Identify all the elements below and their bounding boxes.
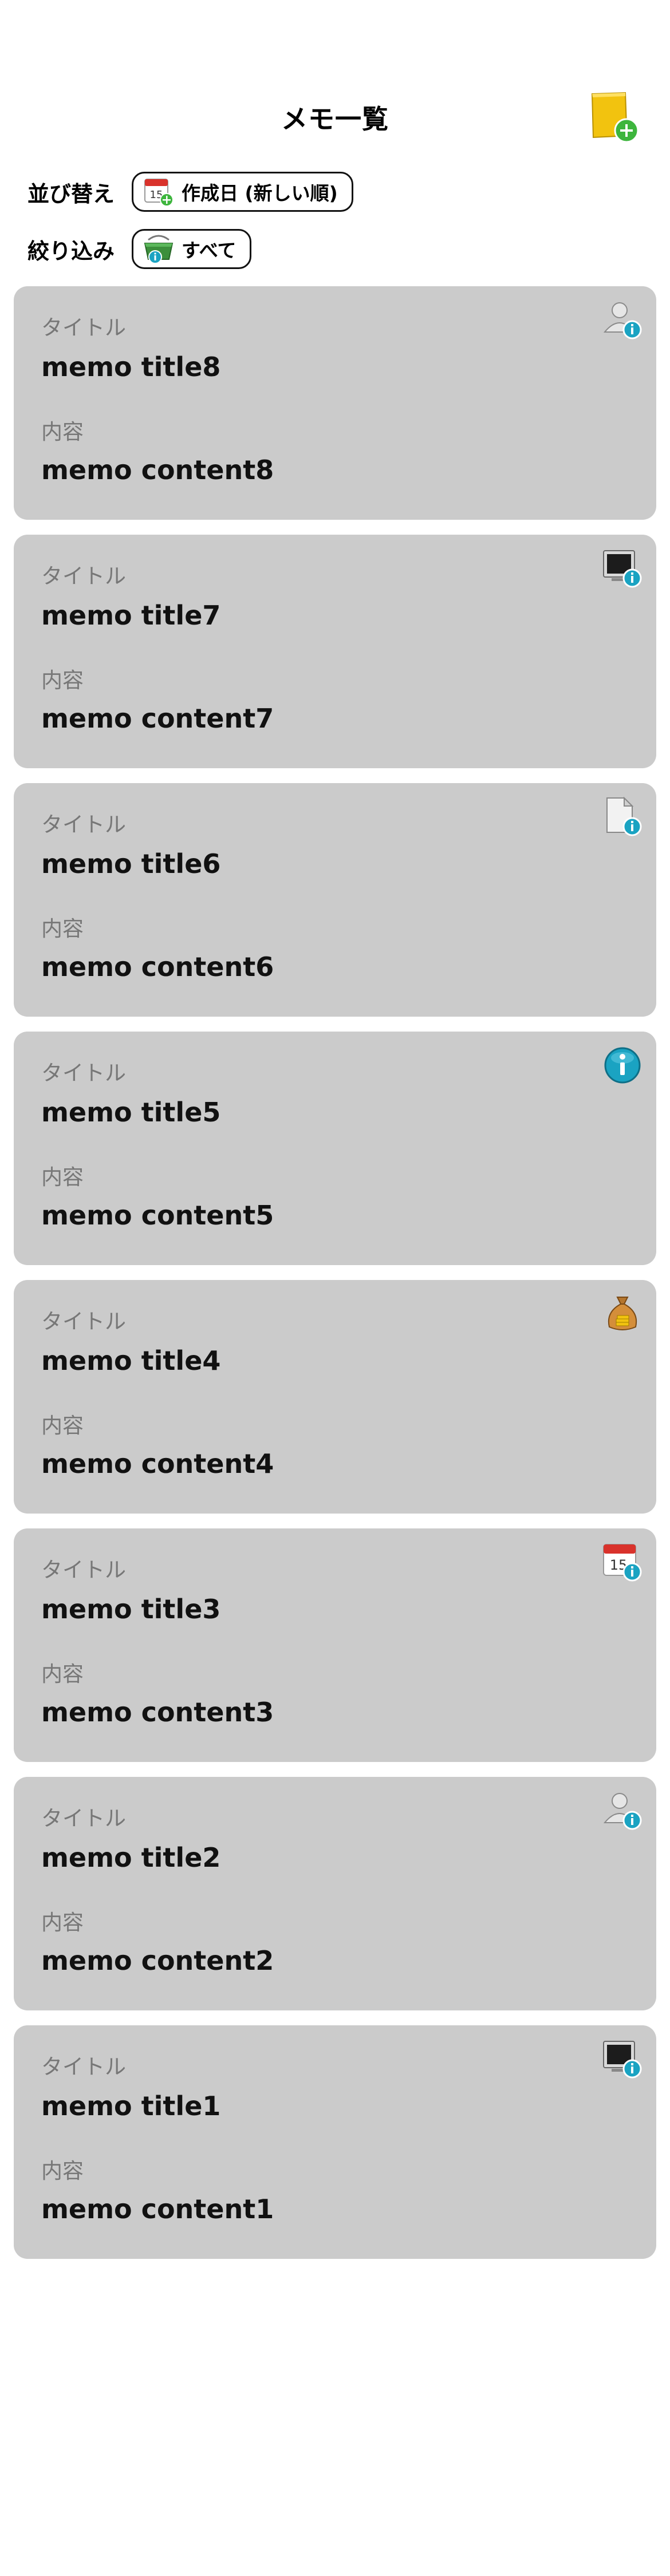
page-title: メモ一覧 <box>281 104 389 135</box>
memo-add-icon <box>591 92 639 143</box>
memo-title: memo title3 <box>41 1594 221 1625</box>
sort-row: 並び替え 15 作成日 (新しい順) <box>27 171 353 213</box>
money-bag-icon <box>608 1297 637 1330</box>
title-label: タイトル <box>41 1806 126 1831</box>
add-memo-button[interactable] <box>584 88 641 145</box>
info-icon <box>604 1047 641 1084</box>
calendar-info-icon: 15 <box>603 1544 642 1582</box>
title-label: タイトル <box>41 812 126 837</box>
content-label: 内容 <box>41 916 84 941</box>
calendar-add-icon: 15 <box>144 179 174 207</box>
memo-title: memo title5 <box>41 1097 221 1128</box>
title-label: タイトル <box>41 1061 126 1085</box>
memo-content: memo content2 <box>41 1945 274 1976</box>
monitor-info-icon <box>603 2041 642 2079</box>
content-label: 内容 <box>41 1413 84 1438</box>
memo-title: memo title6 <box>41 848 221 879</box>
memo-card[interactable]: タイトル memo title1 内容 memo content1 <box>14 2025 656 2259</box>
basket-info-icon <box>144 235 174 264</box>
filter-label: 絞り込み <box>27 238 115 264</box>
content-label: 内容 <box>41 420 84 444</box>
content-label: 内容 <box>41 1165 84 1190</box>
person-info-icon <box>603 302 642 339</box>
memo-card[interactable]: タイトル memo title7 内容 memo content7 <box>14 535 656 768</box>
filter-row: 絞り込み すべて <box>27 228 252 270</box>
header: メモ一覧 <box>0 86 670 149</box>
memo-title: memo title1 <box>41 2091 221 2121</box>
filter-value: すべて <box>182 239 237 262</box>
memo-title: memo title7 <box>41 600 221 631</box>
sort-label: 並び替え <box>27 181 115 207</box>
memo-card[interactable]: タイトル memo title6 内容 memo content6 <box>14 783 656 1017</box>
memo-card[interactable]: タイトル memo title5 内容 memo content5 <box>14 1032 656 1265</box>
memo-title: memo title2 <box>41 1842 221 1873</box>
memo-content: memo content3 <box>41 1697 274 1728</box>
memo-list: タイトル memo title8 内容 memo content8 タイトル m… <box>14 286 656 2274</box>
memo-card[interactable]: タイトル memo title4 内容 memo content4 <box>14 1280 656 1514</box>
content-label: 内容 <box>41 1662 84 1686</box>
title-label: タイトル <box>41 1309 126 1334</box>
memo-content: memo content6 <box>41 951 274 982</box>
sort-value: 作成日 (新しい順) <box>182 182 338 204</box>
content-label: 内容 <box>41 668 84 693</box>
memo-content: memo content1 <box>41 2194 274 2225</box>
title-label: タイトル <box>41 2055 126 2079</box>
content-label: 内容 <box>41 1910 84 1935</box>
memo-content: memo content5 <box>41 1200 274 1231</box>
memo-title: memo title4 <box>41 1345 221 1376</box>
memo-card[interactable]: タイトル memo title2 内容 memo content2 <box>14 1777 656 2010</box>
memo-content: memo content7 <box>41 703 274 734</box>
memo-content: memo content8 <box>41 455 274 485</box>
title-label: タイトル <box>41 564 126 588</box>
sort-button[interactable]: 15 作成日 (新しい順) <box>132 172 353 212</box>
document-info-icon <box>606 796 642 836</box>
title-label: タイトル <box>41 315 126 340</box>
filter-button[interactable]: すべて <box>132 229 252 269</box>
title-label: タイトル <box>41 1558 126 1582</box>
content-label: 内容 <box>41 2159 84 2183</box>
memo-card[interactable]: タイトル memo title3 内容 memo content3 15 <box>14 1528 656 1762</box>
monitor-info-icon <box>603 550 642 588</box>
memo-title: memo title8 <box>41 351 221 382</box>
person-info-icon <box>603 1793 642 1830</box>
memo-content: memo content4 <box>41 1448 274 1479</box>
memo-card[interactable]: タイトル memo title8 内容 memo content8 <box>14 286 656 520</box>
